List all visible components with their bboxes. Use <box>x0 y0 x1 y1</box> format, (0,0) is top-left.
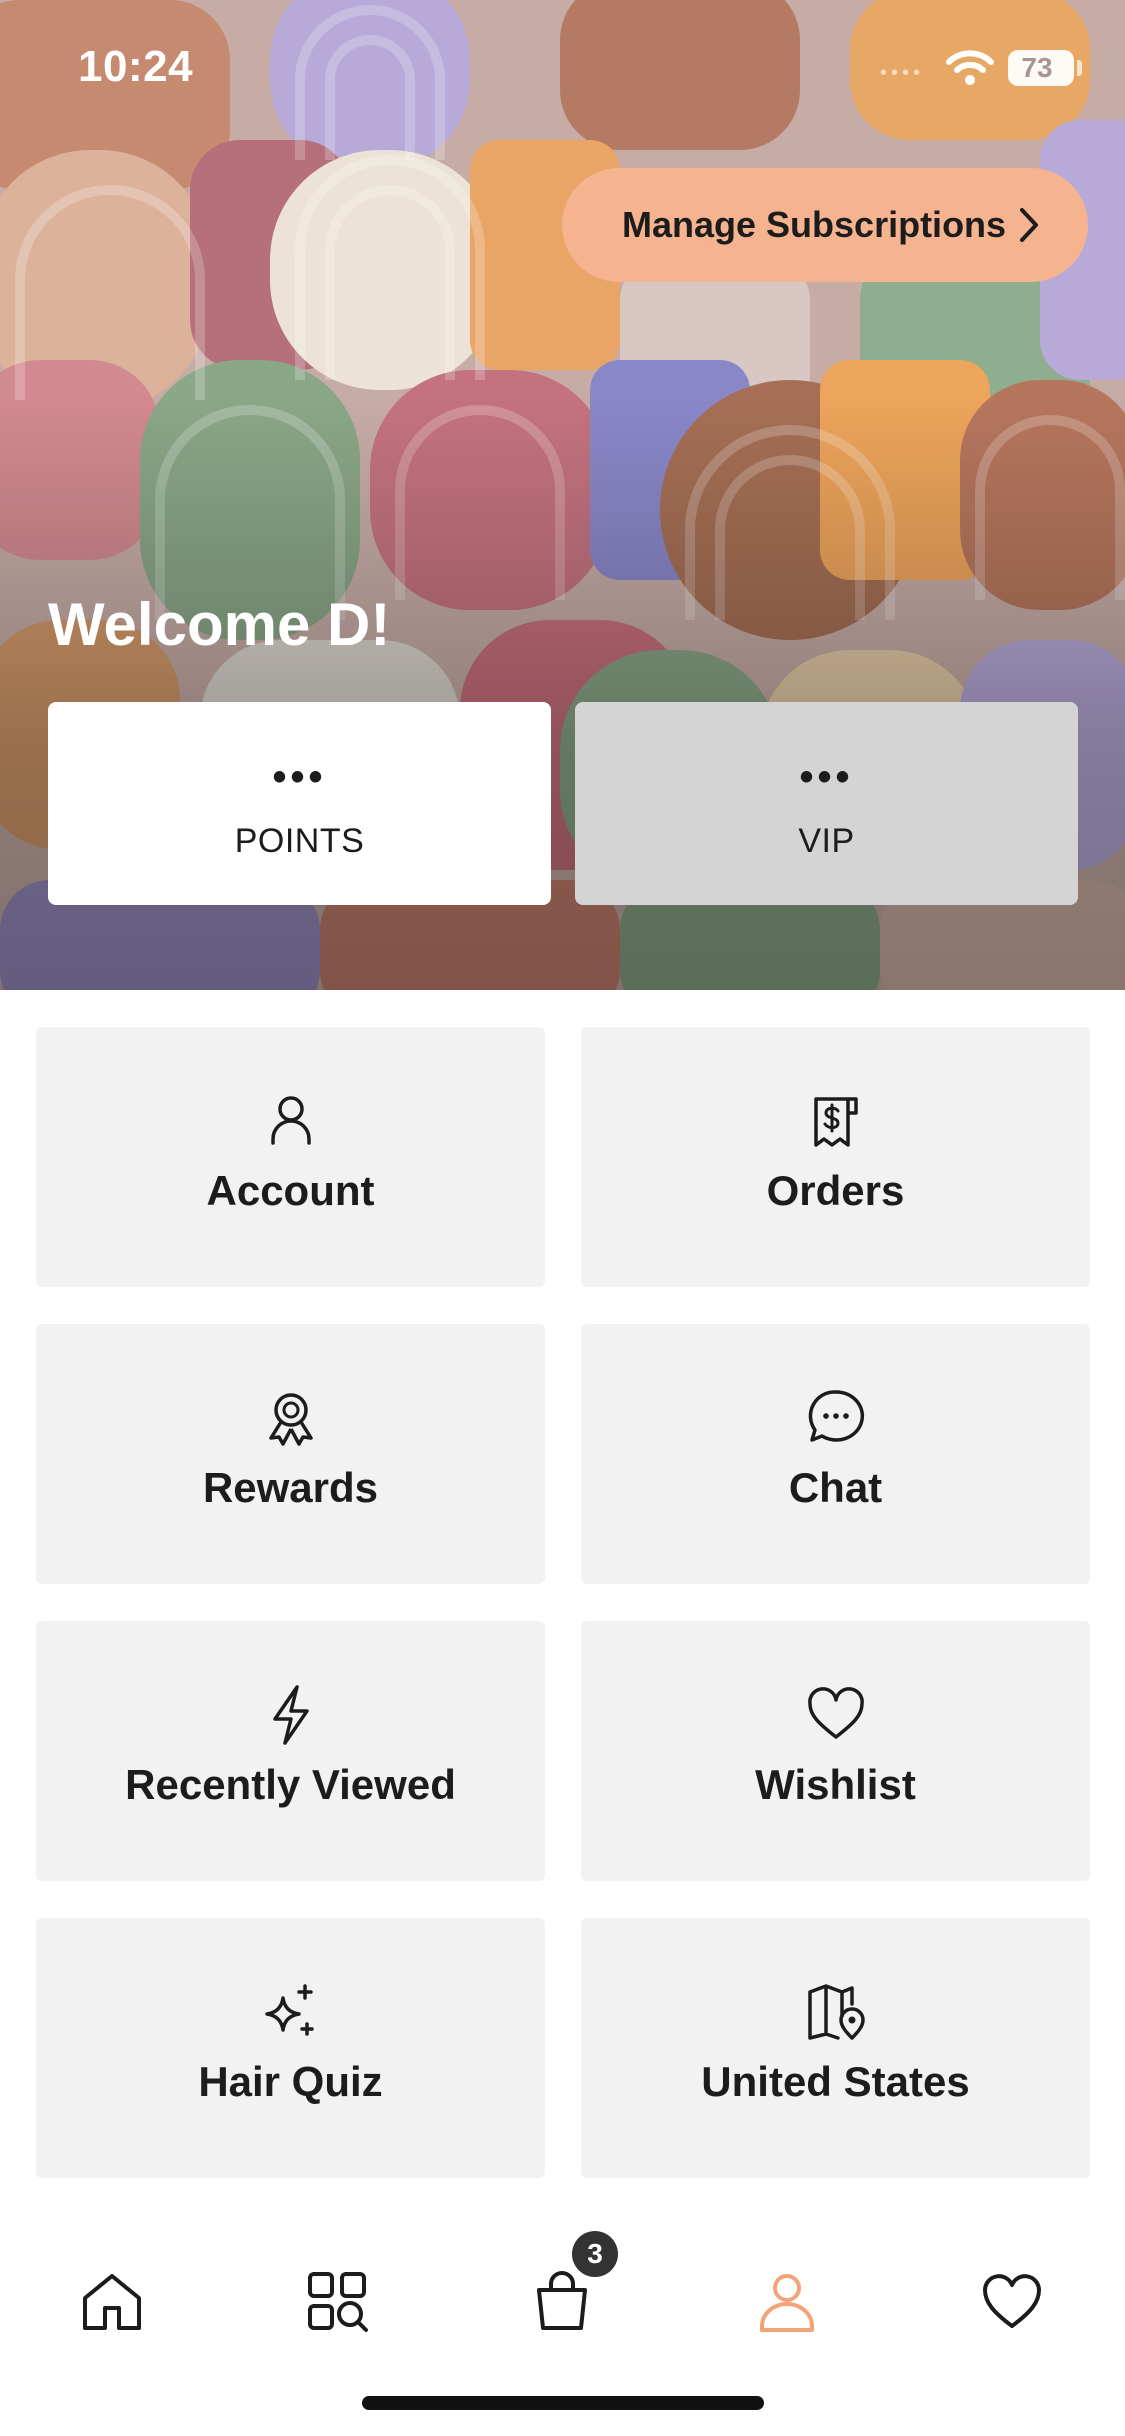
tab-browse[interactable] <box>292 2256 382 2346</box>
menu-tile-wishlist[interactable]: Wishlist <box>581 1621 1090 1881</box>
cart-bag-icon <box>537 2271 587 2330</box>
map-pin-icon <box>807 1984 865 2040</box>
menu-tile-label: Account <box>206 1167 375 1214</box>
award-ribbon-icon <box>268 1393 313 1446</box>
tab-home[interactable] <box>67 2256 157 2346</box>
battery-tip <box>1077 60 1082 76</box>
cart-count-badge: 3 <box>572 2231 618 2277</box>
signal-dots-icon: •••• <box>880 62 925 84</box>
battery-icon: 73 <box>1008 50 1074 86</box>
menu-tile-label: Orders <box>766 1167 905 1214</box>
menu-tile-label: Hair Quiz <box>198 2058 383 2105</box>
receipt-dollar-icon <box>813 1097 858 1147</box>
menu-tile-label: Recently Viewed <box>125 1761 456 1808</box>
browse-search-icon <box>308 2272 368 2332</box>
status-bar: 10:24 •••• 73 <box>0 0 1125 140</box>
menu-tile-recently-viewed[interactable]: Recently Viewed <box>36 1621 545 1881</box>
menu-tile-label: United States <box>701 2058 970 2105</box>
menu-tile-label: Chat <box>788 1464 883 1511</box>
wishlist-heart-icon <box>983 2274 1041 2328</box>
menu-tile-rewards[interactable]: Rewards <box>36 1324 545 1584</box>
menu-tile-label: Rewards <box>202 1464 379 1511</box>
battery-level: 73 <box>1021 52 1053 83</box>
menu-tile-chat[interactable]: Chat <box>581 1324 1090 1584</box>
lightning-icon <box>272 1685 309 1745</box>
home-icon <box>83 2274 141 2330</box>
tab-wishlist[interactable] <box>967 2256 1057 2346</box>
menu-tile-account[interactable]: Account <box>36 1027 545 1287</box>
menu-tile-orders[interactable]: Orders <box>581 1027 1090 1287</box>
wifi-icon <box>946 50 994 85</box>
account-icon <box>760 2274 814 2332</box>
points-label: POINTS <box>234 822 365 860</box>
menu-tile-label: Wishlist <box>755 1761 916 1808</box>
vip-card[interactable]: ••• VIP <box>575 702 1078 905</box>
hero-banner: 10:24 •••• 73 Manage Subscriptions Welco… <box>0 0 1125 990</box>
status-time: 10:24 <box>78 42 194 91</box>
person-icon <box>270 1096 311 1145</box>
menu-tile-country[interactable]: United States <box>581 1918 1090 2178</box>
chat-bubble-icon <box>808 1390 864 1442</box>
manage-subscriptions-label: Manage Subscriptions <box>622 204 1007 245</box>
welcome-heading: Welcome D! <box>48 591 391 658</box>
vip-label: VIP <box>798 822 855 860</box>
menu-tile-hair-quiz[interactable]: Hair Quiz <box>36 1918 545 2178</box>
points-card[interactable]: ••• POINTS <box>48 702 551 905</box>
points-value: ••• <box>272 755 327 799</box>
heart-icon <box>807 1687 864 1739</box>
tab-account[interactable] <box>742 2256 832 2346</box>
manage-subscriptions-button[interactable]: Manage Subscriptions <box>562 168 1088 282</box>
home-indicator[interactable] <box>362 2396 764 2410</box>
chevron-right-icon <box>1020 208 1038 242</box>
vip-value: ••• <box>799 755 854 799</box>
sparkles-icon <box>264 1984 314 2036</box>
